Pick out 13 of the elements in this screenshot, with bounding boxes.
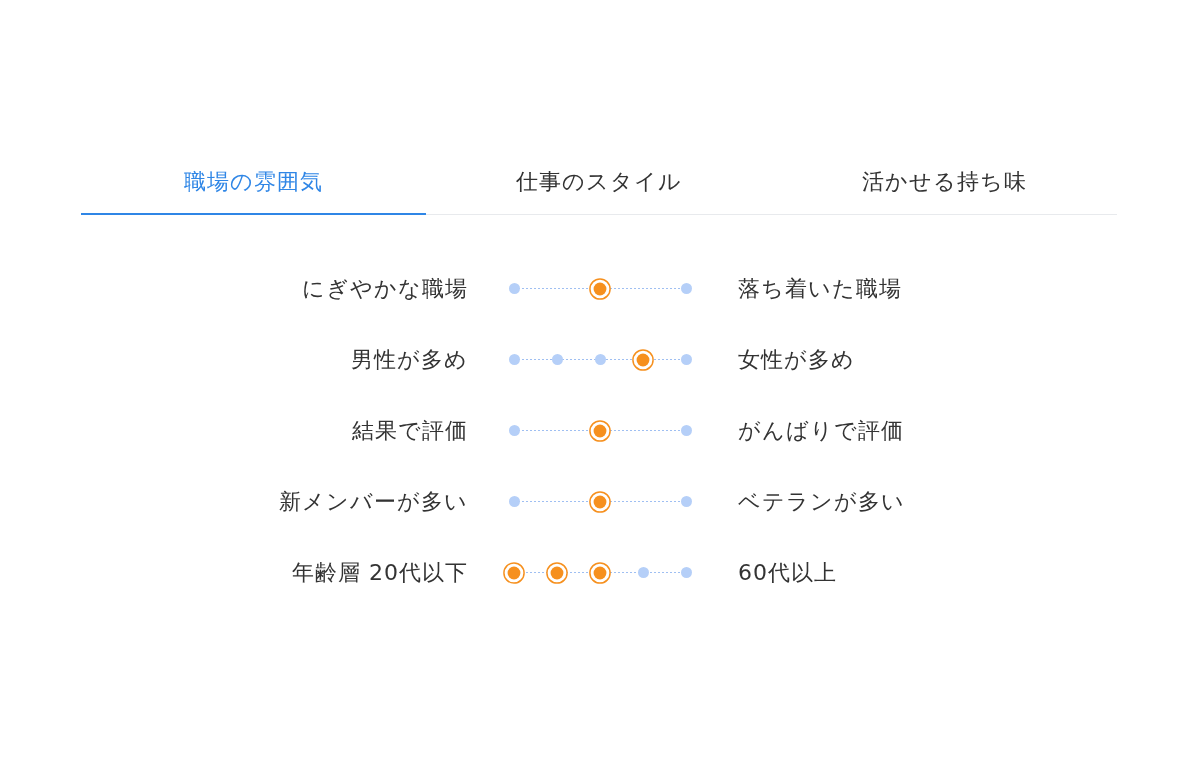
scale-right-label: 60代以上 bbox=[738, 558, 837, 587]
scale-left-label: にぎやかな職場 bbox=[302, 274, 468, 303]
scale-right-label: 女性が多め bbox=[738, 345, 855, 374]
scale-right-label: がんばりで評価 bbox=[738, 416, 904, 445]
scale-right-label: 落ち着いた職場 bbox=[738, 274, 902, 303]
tab[interactable]: 仕事のスタイル bbox=[426, 155, 772, 215]
scale-right-label: ベテランが多い bbox=[738, 487, 905, 516]
scale-left-label: 年齢層 20代以下 bbox=[292, 558, 468, 587]
tab[interactable]: 職場の雰囲気 bbox=[81, 155, 427, 215]
scale-left-label: 結果で評価 bbox=[352, 416, 468, 445]
tab[interactable]: 活かせる持ち味 bbox=[771, 155, 1117, 215]
scale-left-label: 男性が多め bbox=[351, 345, 468, 374]
scale-left-label: 新メンバーが多い bbox=[279, 487, 468, 516]
